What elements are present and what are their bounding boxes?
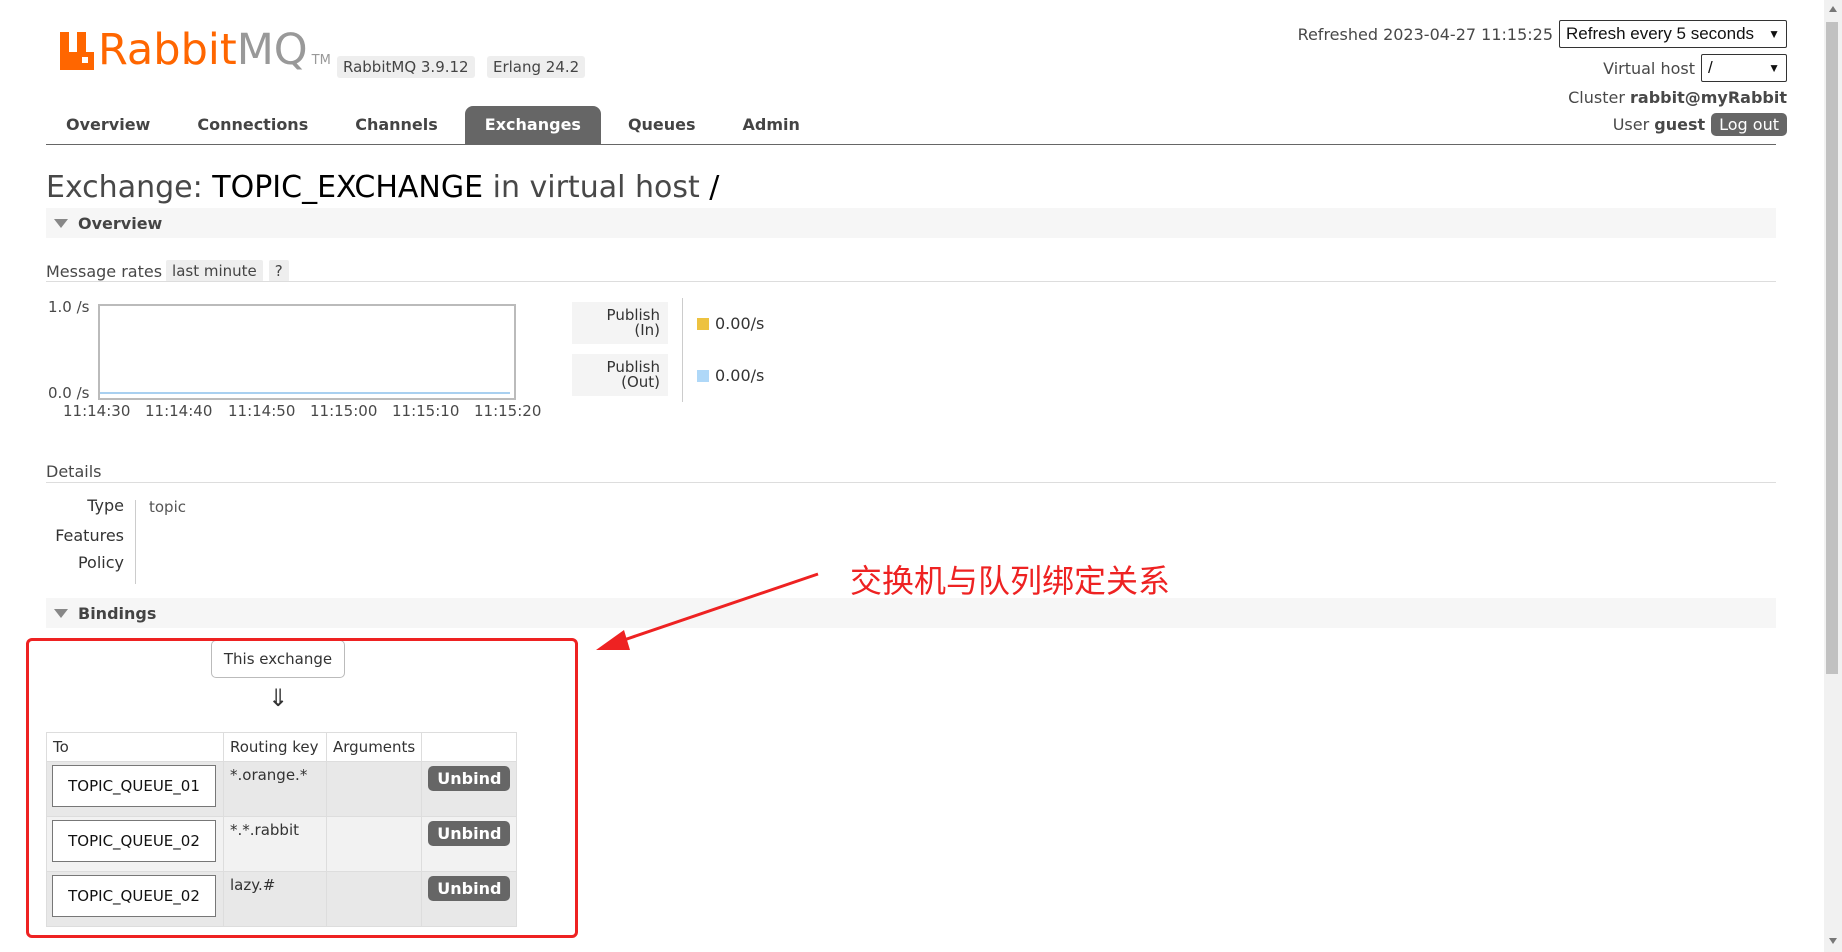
virtual-host-label: Virtual host <box>1603 58 1695 78</box>
page-title: Exchange: TOPIC_EXCHANGE in virtual host… <box>46 170 719 205</box>
color-swatch <box>697 317 709 330</box>
legend-name-line2: (In) <box>634 321 660 339</box>
message-rates-label: Message rates <box>46 261 163 281</box>
vertical-scrollbar[interactable] <box>1824 0 1842 952</box>
title-prefix: Exchange: <box>46 170 203 205</box>
legend-publish-in: Publish (In) <box>572 302 668 344</box>
chart-series-line <box>100 392 510 394</box>
collapse-triangle-icon <box>54 218 68 228</box>
bindings-section-label: Bindings <box>78 603 157 623</box>
version-badge: RabbitMQ 3.9.12 <box>337 56 475 78</box>
x-tick-label: 11:14:50 <box>228 402 296 420</box>
scroll-down-arrow-icon[interactable] <box>1829 938 1837 944</box>
refreshed-timestamp: Refreshed 2023-04-27 11:15:25 <box>1297 24 1553 44</box>
user-label: User <box>1612 115 1650 134</box>
legend-publish-out: Publish (Out) <box>572 354 668 396</box>
annotation-highlight-box <box>26 638 578 938</box>
tab-divider <box>46 144 1776 145</box>
x-tick-label: 11:14:40 <box>145 402 213 420</box>
tab-channels[interactable]: Channels <box>335 106 458 144</box>
rabbitmq-logo: Rabbit MQ TM <box>60 25 331 75</box>
user-value: guest <box>1654 115 1706 134</box>
rabbit-logo-icon <box>60 32 94 70</box>
overview-section-header[interactable]: Overview <box>46 208 1776 238</box>
color-swatch <box>697 369 709 382</box>
tab-exchanges[interactable]: Exchanges <box>464 106 601 144</box>
y-axis-top-label: 1.0 /s <box>48 298 90 316</box>
chevron-down-icon: ▼ <box>1768 27 1780 41</box>
range-selector[interactable]: last minute <box>166 260 263 282</box>
virtual-host-value: / <box>1708 58 1713 77</box>
legend-value-publish-in: 0.00/s <box>697 314 764 333</box>
title-vhost: / <box>709 170 720 205</box>
x-tick-label: 11:15:20 <box>474 402 542 420</box>
chevron-down-icon: ▼ <box>1768 61 1780 75</box>
y-axis-bottom-label: 0.0 /s <box>48 384 90 402</box>
scrollbar-thumb[interactable] <box>1826 22 1838 674</box>
tab-admin[interactable]: Admin <box>723 106 820 144</box>
refresh-interval-select[interactable]: Refresh every 5 seconds ▼ <box>1559 20 1787 48</box>
message-rates-chart <box>98 304 516 400</box>
detail-type-label: Type <box>87 496 124 515</box>
cluster-row: Cluster rabbit@myRabbit <box>1568 88 1787 107</box>
details-vertical-rule <box>135 500 136 584</box>
tab-queues[interactable]: Queues <box>608 106 716 144</box>
annotation-text: 交换机与队列绑定关系 <box>850 562 1171 600</box>
detail-policy-label: Policy <box>77 553 124 572</box>
scroll-up-arrow-icon[interactable] <box>1829 6 1837 12</box>
erlang-badge: Erlang 24.2 <box>487 56 586 78</box>
logo-mq-text: MQ <box>236 25 308 75</box>
legend-name: Publish (In) <box>572 302 668 344</box>
cluster-label: Cluster <box>1568 88 1625 107</box>
detail-type-value: topic <box>149 498 186 516</box>
logo-rabbit-text: Rabbit <box>98 25 237 75</box>
annotation-arrow-icon <box>596 572 819 650</box>
collapse-triangle-icon <box>54 608 68 618</box>
rate-value: 0.00/s <box>715 314 765 333</box>
message-rates-divider <box>46 281 1776 282</box>
title-middle: in virtual host <box>492 170 700 205</box>
logout-button[interactable]: Log out <box>1711 113 1787 136</box>
legend-name: Publish (Out) <box>572 354 668 396</box>
user-row: User guest Log out <box>1613 113 1787 136</box>
details-label: Details <box>46 462 102 481</box>
title-exchange-name: TOPIC_EXCHANGE <box>212 170 484 205</box>
message-rates-header: Message rates last minute ? <box>46 260 289 282</box>
x-tick-label: 11:15:00 <box>310 402 378 420</box>
rate-value: 0.00/s <box>715 366 765 385</box>
x-tick-label: 11:15:10 <box>392 402 460 420</box>
details-divider <box>46 482 1776 483</box>
legend-value-publish-out: 0.00/s <box>697 366 764 385</box>
tab-connections[interactable]: Connections <box>177 106 328 144</box>
refresh-interval-value: Refresh every 5 seconds <box>1566 24 1755 43</box>
refresh-row: Refreshed 2023-04-27 11:15:25 Refresh ev… <box>1298 20 1787 48</box>
detail-features-label: Features <box>55 526 124 545</box>
overview-section-label: Overview <box>78 213 163 233</box>
logo-tm-text: TM <box>311 53 331 68</box>
help-button[interactable]: ? <box>268 260 289 282</box>
cluster-value: rabbit@myRabbit <box>1630 88 1787 107</box>
legend-divider <box>682 298 683 402</box>
main-nav-tabs: Overview Connections Channels Exchanges … <box>46 106 827 144</box>
virtual-host-row: Virtual host / ▼ <box>1603 54 1787 82</box>
legend-name-line2: (Out) <box>621 373 660 391</box>
virtual-host-select[interactable]: / ▼ <box>1701 54 1787 82</box>
x-tick-label: 11:14:30 <box>63 402 131 420</box>
tab-overview[interactable]: Overview <box>46 106 170 144</box>
bindings-section-header[interactable]: Bindings <box>46 598 1776 628</box>
